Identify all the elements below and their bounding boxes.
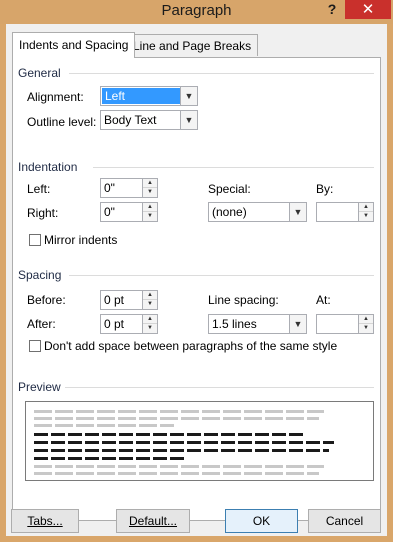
left-indent-stepper[interactable]: ▲ ▼ <box>142 179 157 197</box>
spin-down-icon[interactable]: ▼ <box>143 188 157 197</box>
right-indent-label: Right: <box>27 206 59 220</box>
preview-sample-line <box>34 441 334 444</box>
preview-divider <box>65 387 374 388</box>
mirror-indents-checkbox[interactable] <box>29 234 41 246</box>
tabs-button-label: Tabs... <box>27 514 63 528</box>
spacing-divider <box>69 275 374 276</box>
space-after-value: 0 pt <box>104 317 125 331</box>
at-label: At: <box>316 293 331 307</box>
alignment-label: Alignment: <box>27 90 84 104</box>
spin-up-icon[interactable]: ▲ <box>143 179 157 188</box>
special-label: Special: <box>208 182 251 196</box>
line-spacing-dropdown[interactable]: 1.5 lines ▼ <box>208 314 307 334</box>
general-section-label: General <box>18 66 61 80</box>
by-stepper[interactable]: ▲ ▼ <box>358 203 373 221</box>
preview-sample-line <box>34 433 304 436</box>
outline-level-value: Body Text <box>104 113 157 127</box>
chevron-down-icon[interactable]: ▼ <box>180 111 197 129</box>
by-spinner[interactable]: ▲ ▼ <box>316 202 374 222</box>
outline-level-label: Outline level: <box>27 115 97 129</box>
indentation-section-label: Indentation <box>18 160 78 174</box>
space-before-spinner[interactable]: 0 pt ▲ ▼ <box>100 290 158 310</box>
at-stepper[interactable]: ▲ ▼ <box>358 315 373 333</box>
spin-down-icon[interactable]: ▼ <box>143 300 157 309</box>
preview-sample-line <box>34 449 329 452</box>
mirror-indents-label: Mirror indents <box>44 233 118 247</box>
spin-up-icon[interactable]: ▲ <box>143 291 157 300</box>
dialog-body: Indents and Spacing Line and Page Breaks… <box>6 24 387 536</box>
tabs-button[interactable]: Tabs... <box>11 509 79 533</box>
indentation-divider <box>93 167 374 168</box>
space-before-stepper[interactable]: ▲ ▼ <box>142 291 157 309</box>
title-bar: Paragraph ? ✕ <box>0 0 393 24</box>
preview-next-paragraph-line <box>34 465 324 468</box>
spin-up-icon[interactable]: ▲ <box>143 315 157 324</box>
preview-prev-paragraph-line <box>34 417 319 420</box>
cancel-button[interactable]: Cancel <box>308 509 381 533</box>
right-indent-stepper[interactable]: ▲ ▼ <box>142 203 157 221</box>
spin-down-icon[interactable]: ▼ <box>359 324 373 333</box>
special-value: (none) <box>212 205 247 219</box>
close-button[interactable]: ✕ <box>345 0 391 19</box>
spin-down-icon[interactable]: ▼ <box>359 212 373 221</box>
space-after-label: After: <box>27 317 56 331</box>
spacing-section-label: Spacing <box>18 268 62 282</box>
tab-indents-and-spacing[interactable]: Indents and Spacing <box>12 32 136 58</box>
preview-prev-paragraph-line <box>34 410 324 413</box>
alignment-value: Left <box>102 88 180 104</box>
left-indent-label: Left: <box>27 182 51 196</box>
spin-up-icon[interactable]: ▲ <box>143 203 157 212</box>
spin-down-icon[interactable]: ▼ <box>143 212 157 221</box>
left-indent-spinner[interactable]: 0" ▲ ▼ <box>100 178 158 198</box>
right-indent-spinner[interactable]: 0" ▲ ▼ <box>100 202 158 222</box>
preview-next-paragraph-line <box>34 472 319 475</box>
preview-sample-line <box>34 457 184 460</box>
help-button[interactable]: ? <box>320 0 344 20</box>
set-as-default-button[interactable]: Default... <box>116 509 190 533</box>
preview-section-label: Preview <box>18 380 61 394</box>
dont-add-space-checkbox[interactable] <box>29 340 41 352</box>
outline-level-dropdown[interactable]: Body Text ▼ <box>100 110 198 130</box>
special-dropdown[interactable]: (none) ▼ <box>208 202 307 222</box>
preview-box <box>25 401 374 481</box>
default-button-label: Default... <box>128 514 178 528</box>
alignment-dropdown[interactable]: Left ▼ <box>100 86 198 106</box>
spin-up-icon[interactable]: ▲ <box>359 315 373 324</box>
dont-add-space-label: Don't add space between paragraphs of th… <box>44 339 338 353</box>
tab-line-and-page-breaks[interactable]: Line and Page Breaks <box>126 34 259 56</box>
spin-up-icon[interactable]: ▲ <box>359 203 373 212</box>
chevron-down-icon[interactable]: ▼ <box>289 315 306 333</box>
space-before-value: 0 pt <box>104 293 125 307</box>
chevron-down-icon[interactable]: ▼ <box>289 203 306 221</box>
at-spinner[interactable]: ▲ ▼ <box>316 314 374 334</box>
chevron-down-icon[interactable]: ▼ <box>180 87 197 105</box>
space-after-spinner[interactable]: 0 pt ▲ ▼ <box>100 314 158 334</box>
line-spacing-label: Line spacing: <box>208 293 279 307</box>
by-label: By: <box>316 182 334 196</box>
preview-prev-paragraph-line <box>34 424 174 427</box>
ok-button[interactable]: OK <box>225 509 298 533</box>
spin-down-icon[interactable]: ▼ <box>143 324 157 333</box>
space-before-label: Before: <box>27 293 66 307</box>
general-divider <box>69 73 374 74</box>
space-after-stepper[interactable]: ▲ ▼ <box>142 315 157 333</box>
right-indent-value: 0" <box>104 205 115 219</box>
line-spacing-value: 1.5 lines <box>212 317 257 331</box>
left-indent-value: 0" <box>104 181 115 195</box>
